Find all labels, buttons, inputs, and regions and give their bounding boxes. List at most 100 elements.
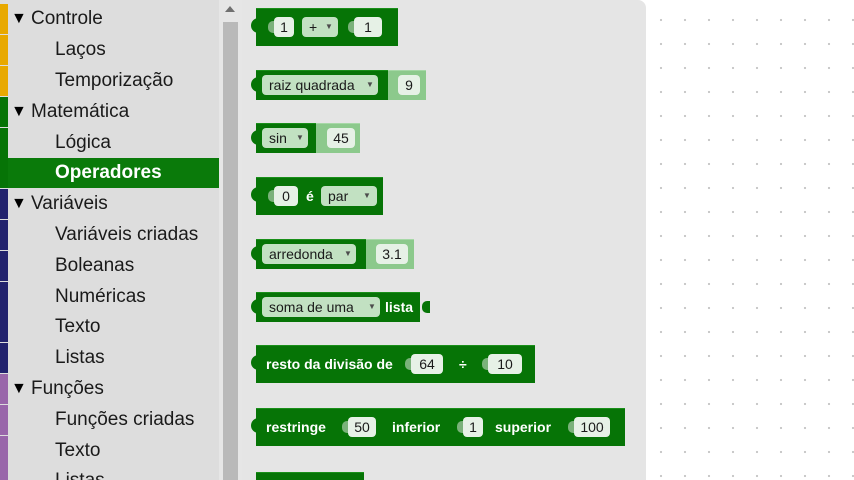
category-funcoes-criadas[interactable]: Funções criadas	[0, 405, 219, 435]
category-label: Texto	[55, 316, 101, 337]
tree-scrollbar[interactable]	[219, 0, 242, 480]
category-listas[interactable]: Listas	[0, 343, 219, 373]
number-field-divisor[interactable]: 10	[488, 354, 522, 374]
number-field-a[interactable]: 1	[274, 17, 294, 37]
block-output-tab	[251, 18, 260, 33]
block-output-tab	[251, 130, 260, 145]
scroll-up-button[interactable]	[219, 0, 242, 22]
category-color-stripe	[0, 97, 8, 127]
category-label: Listas	[55, 347, 105, 368]
block-label: ÷	[459, 356, 467, 372]
number-field-dividend[interactable]: 64	[411, 354, 443, 374]
category-funcoes-texto[interactable]: Texto	[0, 436, 219, 466]
category-label: Variáveis criadas	[55, 224, 199, 245]
category-color-stripe	[0, 374, 8, 404]
category-color-stripe	[0, 343, 8, 373]
block-output-tab	[251, 299, 260, 314]
block-label: resto da divisão de	[266, 356, 393, 372]
block-round[interactable]: arredonda ▼ 3.1	[248, 239, 414, 269]
category-numericas[interactable]: Numéricas	[0, 282, 219, 312]
number-field-b[interactable]: 1	[354, 17, 382, 37]
category-label: Boleanas	[55, 255, 135, 276]
function-dropdown[interactable]: soma de uma ▼	[262, 297, 380, 317]
function-dropdown[interactable]: arredonda ▼	[262, 244, 356, 264]
category-lacos[interactable]: Laços	[0, 35, 219, 65]
triangle-up-icon	[225, 6, 235, 12]
category-color-stripe	[0, 189, 8, 219]
block-body	[256, 472, 364, 480]
category-temporizacao[interactable]: Temporização	[0, 66, 219, 96]
category-label: Funções	[31, 378, 104, 399]
category-color-stripe	[0, 312, 8, 342]
number-field[interactable]: 9	[398, 75, 420, 95]
category-label: Numéricas	[55, 286, 146, 307]
block-output-tab	[251, 246, 260, 261]
block-output-tab	[251, 77, 260, 92]
category-variaveis-criadas[interactable]: Variáveis criadas	[0, 220, 219, 250]
dropdown-caret-icon: ▼	[325, 22, 333, 31]
category-color-stripe	[0, 405, 8, 435]
category-label: Laços	[55, 39, 106, 60]
dropdown-caret-icon: ▼	[363, 191, 371, 200]
category-tree: ▼ Controle Laços Temporização ▼ Matemáti…	[0, 0, 219, 480]
dropdown-caret-icon: ▼	[368, 302, 376, 311]
category-label: Listas	[55, 471, 105, 480]
number-field[interactable]: 0	[274, 186, 298, 206]
operator-dropdown[interactable]: + ▼	[302, 17, 338, 37]
expand-arrow-icon[interactable]: ▼	[11, 10, 27, 28]
input-connector	[316, 132, 324, 144]
block-parity[interactable]: 0 é par ▼	[248, 177, 383, 215]
block-label: superior	[495, 419, 552, 435]
number-field-upper[interactable]: 100	[574, 417, 610, 437]
number-field[interactable]: 3.1	[376, 244, 408, 264]
dropdown-caret-icon: ▼	[344, 249, 352, 258]
category-color-stripe	[0, 220, 8, 250]
category-logica[interactable]: Lógica	[0, 128, 219, 158]
category-boleanas[interactable]: Boleanas	[0, 251, 219, 281]
category-color-stripe	[0, 251, 8, 281]
workspace-canvas[interactable]	[646, 0, 854, 480]
category-label: Controle	[31, 8, 103, 29]
block-list-math[interactable]: soma de uma ▼ lista	[248, 292, 432, 322]
block-label: inferior	[392, 419, 441, 435]
block-constrain[interactable]: restringe 50 inferior 1 superior 100	[248, 408, 625, 446]
category-label: Lógica	[55, 132, 111, 153]
category-label: Temporização	[55, 70, 174, 91]
category-texto[interactable]: Texto	[0, 312, 219, 342]
property-dropdown[interactable]: par ▼	[321, 186, 377, 206]
block-output-tab	[251, 187, 260, 202]
block-flyout: 1 + ▼ 1 raiz quadrada ▼ 9 sin ▼ 45 0 é p…	[242, 0, 646, 480]
category-color-stripe	[0, 35, 8, 65]
expand-arrow-icon[interactable]: ▼	[11, 103, 27, 121]
function-dropdown[interactable]: sin ▼	[262, 128, 308, 148]
block-label: restringe	[266, 419, 326, 435]
block-arithmetic[interactable]: 1 + ▼ 1	[248, 8, 398, 46]
input-connector	[366, 248, 374, 260]
dropdown-caret-icon: ▼	[366, 80, 374, 89]
category-color-stripe	[0, 466, 8, 480]
category-label: Operadores	[55, 162, 162, 183]
block-sqrt[interactable]: raiz quadrada ▼ 9	[248, 70, 426, 100]
category-funcoes[interactable]: ▼ Funções	[0, 374, 219, 404]
block-partial[interactable]	[248, 472, 364, 480]
category-operadores[interactable]: Operadores	[0, 158, 219, 188]
input-connector	[420, 292, 432, 322]
category-variaveis[interactable]: ▼ Variáveis	[0, 189, 219, 219]
number-field[interactable]: 45	[327, 128, 355, 148]
category-color-stripe	[0, 66, 8, 96]
expand-arrow-icon[interactable]: ▼	[11, 195, 27, 213]
block-modulo[interactable]: resto da divisão de 64 ÷ 10	[248, 345, 535, 383]
block-trig[interactable]: sin ▼ 45	[248, 123, 360, 153]
input-connector	[388, 79, 396, 91]
scrollbar-thumb[interactable]	[223, 22, 238, 480]
number-field-lower[interactable]: 1	[463, 417, 483, 437]
expand-arrow-icon[interactable]: ▼	[11, 380, 27, 398]
number-field-value[interactable]: 50	[348, 417, 376, 437]
category-controle[interactable]: ▼ Controle	[0, 4, 219, 34]
category-matematica[interactable]: ▼ Matemática	[0, 97, 219, 127]
function-dropdown[interactable]: raiz quadrada ▼	[262, 75, 378, 95]
dropdown-caret-icon: ▼	[296, 133, 304, 142]
category-color-stripe	[0, 282, 8, 312]
category-funcoes-listas[interactable]: Listas	[0, 466, 219, 480]
block-label: lista	[385, 299, 414, 315]
